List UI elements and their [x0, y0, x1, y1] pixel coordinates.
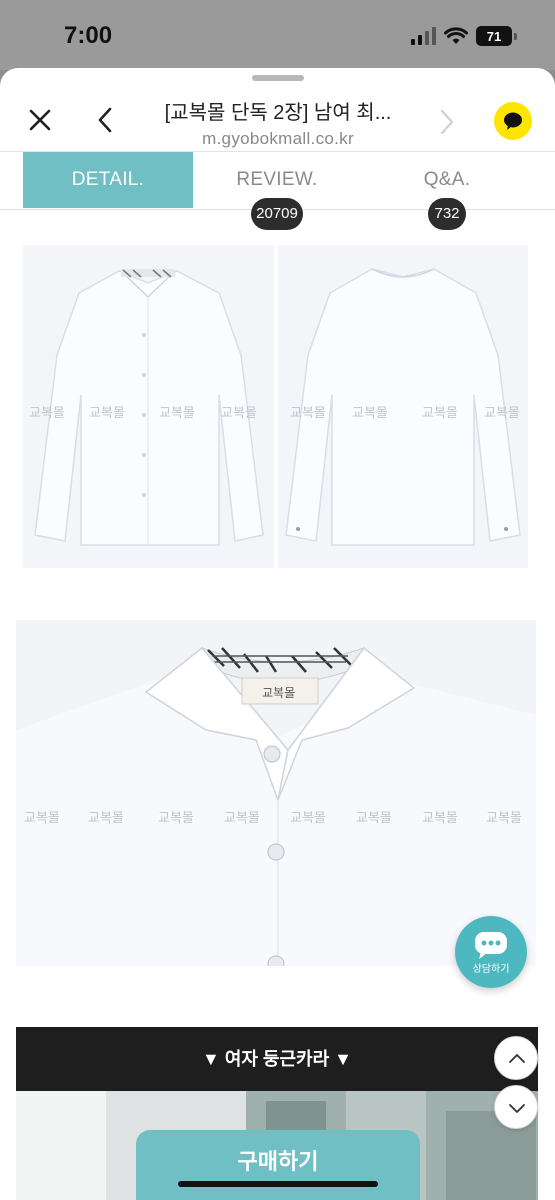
- home-indicator[interactable]: [178, 1181, 378, 1187]
- chat-bubble-icon: [475, 932, 507, 959]
- close-icon[interactable]: [24, 104, 56, 136]
- watermark-text: 교복몰: [290, 810, 326, 825]
- page-title: [교복몰 단독 2장] 남여 최...: [164, 102, 392, 124]
- scroll-to-bottom-button[interactable]: [494, 1085, 538, 1129]
- watermark-text: 교복몰: [224, 810, 260, 825]
- watermark-text: 교복몰: [356, 810, 392, 825]
- watermark-text: 교복몰: [221, 405, 257, 420]
- watermark-text: 교복몰: [29, 405, 65, 420]
- shirt-collar-closeup-photo[interactable]: 교복몰 교복몰 교복몰 교복몰 교복몰 교복몰 교복몰 교복몰 교복몰: [16, 620, 536, 966]
- buy-button[interactable]: 구매하기: [136, 1130, 420, 1200]
- status-bar: 7:00 71: [0, 0, 555, 70]
- chat-button-label: 상담하기: [472, 964, 510, 975]
- kakao-chat-icon: [504, 112, 522, 130]
- section-banner: ▼ 여자 둥근카라 ▼: [16, 1027, 538, 1091]
- chevron-up-icon: [509, 1054, 525, 1063]
- shirt-back-photo[interactable]: 교복몰 교복몰 교복몰 교복몰: [278, 245, 528, 568]
- review-count-badge: 20709: [251, 198, 303, 230]
- status-time: 7:00: [64, 22, 113, 49]
- collar-brand-tag: 교복몰: [262, 686, 296, 700]
- battery-tip: [514, 32, 517, 40]
- cellular-signal-icon: [411, 27, 436, 45]
- watermark-text: 교복몰: [158, 810, 194, 825]
- watermark-text: 교복몰: [88, 810, 124, 825]
- scroll-to-top-button[interactable]: [494, 1036, 538, 1080]
- watermark-text: 교복몰: [422, 405, 458, 420]
- title-block: [교복몰 단독 2장] 남여 최... m.gyobokmall.co.kr: [140, 96, 416, 149]
- watermark-text: 교복몰: [486, 810, 522, 825]
- sheet-grabber[interactable]: [252, 75, 304, 81]
- watermark-text: 교복몰: [159, 405, 195, 420]
- wifi-icon: [444, 27, 468, 44]
- watermark-text: 교복몰: [352, 405, 388, 420]
- consultation-chat-button[interactable]: 상담하기: [455, 916, 527, 988]
- kakao-share-button[interactable]: [494, 102, 532, 140]
- watermark-text: 교복몰: [290, 405, 326, 420]
- qa-count-badge: 732: [428, 198, 466, 230]
- browser-header: [교복몰 단독 2장] 남여 최... m.gyobokmall.co.kr: [0, 86, 555, 152]
- back-arrow-icon[interactable]: [92, 104, 120, 136]
- shirt-front-photo[interactable]: 교복몰 교복몰 교복몰 교복몰: [23, 245, 274, 568]
- watermark-text: 교복몰: [422, 810, 458, 825]
- watermark-text: 교복몰: [24, 810, 60, 825]
- tab-detail[interactable]: DETAIL.: [23, 152, 193, 208]
- forward-arrow-icon[interactable]: [432, 106, 460, 138]
- collar-closeup-illustration: [16, 646, 536, 966]
- watermark-text: 교복몰: [89, 405, 125, 420]
- page-url: m.gyobokmall.co.kr: [202, 129, 354, 148]
- status-icons: 71: [411, 26, 517, 46]
- battery-icon: 71: [476, 26, 512, 46]
- browser-sheet: [교복몰 단독 2장] 남여 최... m.gyobokmall.co.kr D…: [0, 68, 555, 1200]
- chevron-down-icon: [509, 1104, 525, 1113]
- watermark-text: 교복몰: [484, 405, 520, 420]
